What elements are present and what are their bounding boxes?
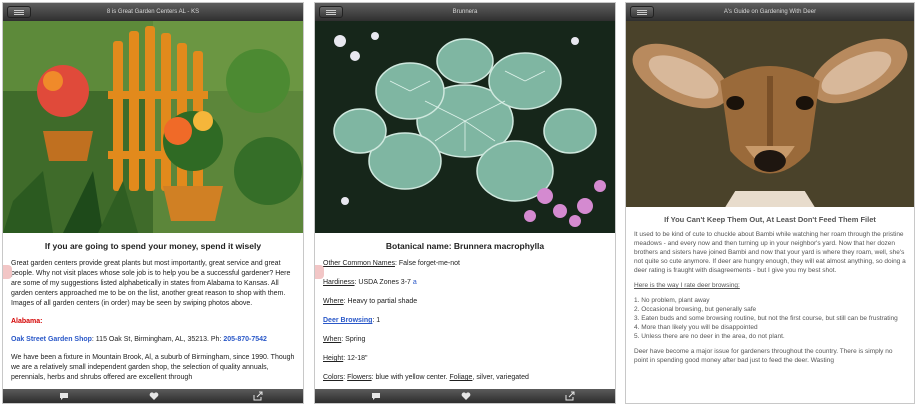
bottom-toolbar xyxy=(3,389,303,403)
screen-title: A's Guide on Gardening With Deer xyxy=(723,9,817,15)
title-bar: Brunnera xyxy=(315,3,615,21)
deer-browsing-link[interactable]: Deer Browsing xyxy=(323,317,372,324)
garden-photo[interactable] xyxy=(3,21,303,233)
height-label[interactable]: Height xyxy=(323,355,343,362)
rating-list: 1. No problem, plant away 2. Occasional … xyxy=(634,296,906,341)
flowers-value: : blue with yellow center. xyxy=(371,374,450,381)
hardiness-value: : USDA Zones 3-7 xyxy=(354,279,413,286)
shop-address: : 115 Oak St, Birmingham, AL, 35213. Ph: xyxy=(91,336,224,343)
rating-item: 5. Unless there are no deer in the area,… xyxy=(634,333,785,340)
when-row: When: Spring xyxy=(323,335,607,345)
colors-row: Colors: Flowers: blue with yellow center… xyxy=(323,374,529,381)
hardiness-label[interactable]: Hardiness xyxy=(323,279,355,286)
title-bar: 8 is Great Garden Centers AL - KS xyxy=(3,3,303,21)
deer-article-heading: If You Can't Keep Them Out, At Least Don… xyxy=(664,215,876,224)
deer-browsing-value: : 1 xyxy=(372,317,381,324)
share-icon[interactable] xyxy=(565,391,575,401)
height-value: : 12-18" xyxy=(343,355,368,362)
flowers-label[interactable]: Flowers xyxy=(347,374,372,381)
speech-bubble-icon[interactable] xyxy=(371,391,381,401)
common-names-row: Other Common Names: False forget-me-not xyxy=(323,259,607,269)
rating-heading: Here is the way I rate deer browsing: xyxy=(634,282,740,289)
height-row: Height: 12-18" xyxy=(323,354,607,364)
shop-entry: Oak Street Garden Shop: 115 Oak St, Birm… xyxy=(11,335,295,345)
share-icon[interactable] xyxy=(253,391,263,401)
speech-bubble-icon[interactable] xyxy=(59,391,69,401)
common-names-label[interactable]: Other Common Names xyxy=(323,260,395,267)
menu-icon[interactable] xyxy=(7,6,31,18)
hardiness-row: Hardiness: USDA Zones 3-7 a xyxy=(323,278,607,288)
intro-paragraph: Great garden centers provide great plant… xyxy=(11,260,291,307)
page-marker[interactable] xyxy=(3,265,12,279)
plant-details: Botanical name: Brunnera macrophylla Oth… xyxy=(315,241,615,392)
deer-guide-screen: A's Guide on Gardening With Deer If You … xyxy=(625,2,915,404)
deer-browsing-row: Deer Browsing: 1 xyxy=(323,316,607,326)
colors-label[interactable]: Colors xyxy=(323,374,343,381)
article-heading: If you are going to spend your money, sp… xyxy=(44,241,262,251)
page-marker[interactable] xyxy=(315,265,324,279)
state-heading: Alabama: xyxy=(11,318,43,325)
where-label[interactable]: Where xyxy=(323,298,344,305)
where-value: : Heavy to partial shade xyxy=(343,298,418,305)
heart-icon[interactable] xyxy=(149,391,159,401)
deer-photo[interactable] xyxy=(626,21,914,207)
where-row: Where: Heavy to partial shade xyxy=(323,297,607,307)
heart-icon[interactable] xyxy=(461,391,471,401)
common-names-value: : False forget-me-not xyxy=(394,260,460,267)
menu-icon[interactable] xyxy=(319,6,343,18)
menu-icon[interactable] xyxy=(630,6,654,18)
rating-item: 4. More than likely you will be disappoi… xyxy=(634,324,758,331)
deer-article-body: If You Can't Keep Them Out, At Least Don… xyxy=(626,215,914,373)
rating-item: 2. Occasional browsing, but generally sa… xyxy=(634,306,757,313)
shop-description: We have been a fixture in Mountain Brook… xyxy=(11,354,295,381)
title-bar: A's Guide on Gardening With Deer xyxy=(626,3,914,21)
foliage-label[interactable]: Foliage xyxy=(449,374,472,381)
brunnera-photo[interactable] xyxy=(315,21,615,233)
screen-title: 8 is Great Garden Centers AL - KS xyxy=(106,9,200,15)
botanical-heading: Botanical name: Brunnera macrophylla xyxy=(385,241,545,251)
foliage-value: , silver, variegated xyxy=(472,374,529,381)
rating-item: 1. No problem, plant away xyxy=(634,297,710,304)
when-value: : Spring xyxy=(341,336,366,343)
phone-link[interactable]: 205-870-7542 xyxy=(223,336,267,343)
bottom-toolbar xyxy=(315,389,615,403)
article-body: If you are going to spend your money, sp… xyxy=(3,241,303,391)
deer-footer-paragraph: Deer have become a major issue for garde… xyxy=(634,348,893,364)
garden-centers-screen: 8 is Great Garden Centers AL - KS If you… xyxy=(2,2,304,404)
deer-intro-paragraph: It used to be kind of cute to chuckle ab… xyxy=(634,231,906,274)
when-label[interactable]: When xyxy=(323,336,341,343)
rating-item: 3. Eaten buds and some browsing routine,… xyxy=(634,315,898,322)
screen-title: Brunnera xyxy=(452,9,478,15)
shop-link[interactable]: Oak Street Garden Shop xyxy=(11,336,92,343)
brunnera-screen: Brunnera Botanical name: Brunnera macrop… xyxy=(314,2,616,404)
screenshot-collage: 8 is Great Garden Centers AL - KS If you… xyxy=(0,0,917,406)
hardiness-link[interactable]: a xyxy=(413,279,417,286)
